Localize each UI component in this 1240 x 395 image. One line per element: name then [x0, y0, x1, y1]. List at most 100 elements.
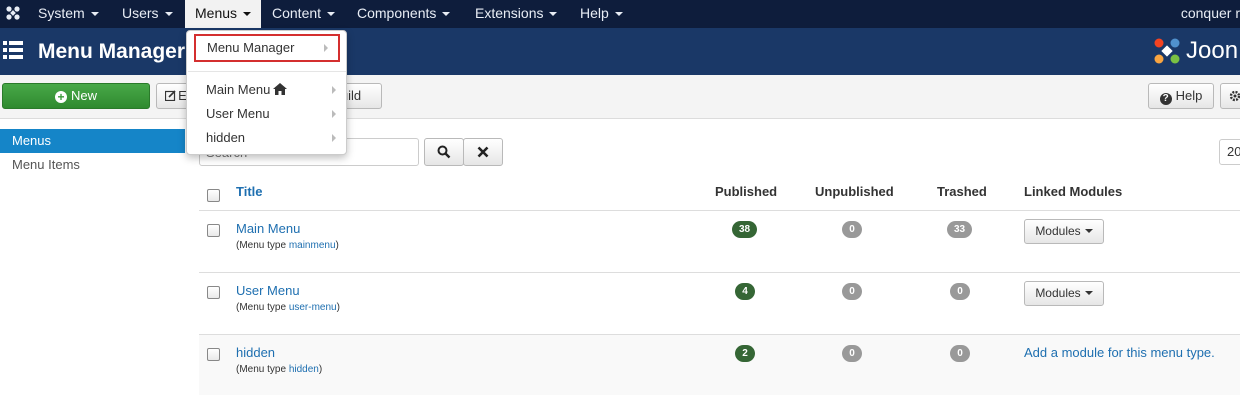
menu-title-link[interactable]: Main Menu: [236, 221, 300, 236]
menu-type-prefix: (Menu type: [236, 240, 289, 251]
menu-type-prefix: (Menu type: [236, 302, 289, 313]
caret-down-icon: [1084, 291, 1093, 295]
menu-type-link[interactable]: hidden: [289, 364, 319, 375]
list-limit-select[interactable]: 20: [1219, 139, 1240, 165]
sidebar-item-menu-items[interactable]: Menu Items: [0, 153, 185, 177]
caret-right-icon: [332, 86, 336, 94]
column-header-title[interactable]: Title: [236, 184, 263, 199]
column-header-published: Published: [715, 184, 778, 199]
caret-right-icon: [324, 44, 328, 52]
modules-button-label: Modules: [1035, 224, 1081, 238]
list-icon: [3, 41, 23, 59]
menu-type-suffix: ): [335, 240, 339, 251]
nav-menu-label: Content: [272, 5, 322, 21]
user-menu[interactable]: conquer r: [1181, 0, 1240, 26]
menu-type-suffix: ): [336, 302, 340, 313]
dropdown-item-label: Main Menu: [206, 82, 271, 97]
menu-type-link[interactable]: user-menu: [289, 302, 337, 313]
nav-menu-menus[interactable]: Menus: [185, 0, 262, 28]
row-checkbox[interactable]: [207, 224, 220, 237]
published-count-badge[interactable]: 38: [732, 221, 758, 238]
question-circle-icon: ?: [1159, 93, 1172, 105]
gear-icon: [1229, 90, 1240, 102]
column-header-linked-modules: Linked Modules: [1024, 184, 1123, 199]
new-button-label: New: [70, 88, 97, 103]
nav-menu-help[interactable]: Help: [580, 0, 623, 28]
caret-right-icon: [332, 110, 336, 118]
published-count-badge[interactable]: 2: [735, 345, 755, 362]
column-header-trashed: Trashed: [937, 184, 987, 199]
joomla-logo-icon[interactable]: [5, 5, 21, 21]
sidebar-item-label: Menus: [12, 133, 52, 148]
caret-down-icon: [90, 12, 99, 16]
table-header: Title Published Unpublished Trashed Link…: [199, 176, 1240, 211]
caret-down-icon: [1084, 229, 1093, 233]
help-button[interactable]: ? Help: [1148, 83, 1214, 109]
unpublished-count-badge[interactable]: 0: [842, 221, 862, 238]
dropdown-item-hidden[interactable]: hidden: [187, 126, 346, 150]
dropdown-item-label: hidden: [206, 130, 246, 145]
trashed-count-badge[interactable]: 0: [950, 283, 970, 300]
menu-type-text: (Menu type user-menu): [236, 302, 340, 313]
unpublished-count-badge[interactable]: 0: [842, 345, 862, 362]
nav-menu-extensions[interactable]: Extensions: [475, 0, 558, 28]
list-limit-value: 20: [1227, 144, 1240, 159]
top-navbar: System Users Menus Content Components Ex…: [0, 0, 1240, 28]
brand-text: Joon: [1186, 37, 1239, 64]
menus-dropdown: Menu Manager Main Menu User Menu hidden: [186, 30, 347, 155]
dropdown-item-label: Menu Manager: [207, 40, 295, 55]
home-icon: [273, 83, 288, 95]
nav-menu-label: Components: [357, 5, 437, 21]
menu-title-link[interactable]: User Menu: [236, 283, 300, 298]
nav-menu-content[interactable]: Content: [272, 0, 336, 28]
nav-menu-users[interactable]: Users: [122, 0, 173, 28]
dropdown-item-main-menu[interactable]: Main Menu: [187, 78, 346, 102]
modules-dropdown-button[interactable]: Modules: [1024, 281, 1104, 306]
trashed-count-badge[interactable]: 0: [950, 345, 970, 362]
search-icon: [437, 145, 451, 159]
brand-logo: Joon: [1152, 35, 1238, 67]
close-icon: [477, 146, 489, 158]
nav-menu-label: Users: [122, 5, 159, 21]
joomla-logo-icon: [1154, 38, 1180, 64]
nav-menu-label: System: [38, 5, 85, 21]
row-checkbox[interactable]: [207, 286, 220, 299]
help-button-label: Help: [1175, 88, 1203, 103]
clear-search-button[interactable]: [463, 138, 503, 166]
dropdown-divider: [188, 71, 346, 72]
menu-type-text: (Menu type hidden): [236, 364, 322, 375]
table-row: hidden (Menu type hidden) 2 0 0 Add a mo…: [199, 335, 1240, 395]
nav-menu-label: Menus: [195, 5, 238, 21]
menu-title-link[interactable]: hidden: [236, 345, 275, 360]
nav-menu-system[interactable]: System: [38, 0, 99, 28]
caret-down-icon: [243, 12, 252, 16]
dropdown-item-user-menu[interactable]: User Menu: [187, 102, 346, 126]
menu-type-link[interactable]: mainmenu: [289, 240, 336, 251]
plus-circle-icon: +: [54, 91, 67, 103]
sidebar-item-menus[interactable]: Menus: [0, 129, 185, 153]
row-checkbox[interactable]: [207, 348, 220, 361]
search-button[interactable]: [424, 138, 464, 166]
nav-menu-components[interactable]: Components: [357, 0, 451, 28]
caret-right-icon: [332, 134, 336, 142]
select-all-checkbox[interactable]: [207, 189, 220, 202]
nav-menu-label: Extensions: [475, 5, 544, 21]
sidebar-item-label: Menu Items: [12, 157, 80, 172]
menu-type-prefix: (Menu type: [236, 364, 289, 375]
table-row: Main Menu (Menu type mainmenu) 38 0 33 M…: [199, 211, 1240, 273]
caret-down-icon: [164, 12, 173, 16]
table-row: User Menu (Menu type user-menu) 4 0 0 Mo…: [199, 273, 1240, 335]
modules-button-label: Modules: [1035, 286, 1081, 300]
options-button[interactable]: [1220, 83, 1240, 109]
add-module-link[interactable]: Add a module for this menu type.: [1024, 345, 1215, 360]
modules-dropdown-button[interactable]: Modules: [1024, 219, 1104, 244]
caret-down-icon: [614, 12, 623, 16]
published-count-badge[interactable]: 4: [735, 283, 755, 300]
new-button[interactable]: + New: [2, 83, 150, 109]
menu-type-text: (Menu type mainmenu): [236, 240, 339, 251]
unpublished-count-badge[interactable]: 0: [842, 283, 862, 300]
dropdown-item-menu-manager[interactable]: Menu Manager: [194, 34, 340, 62]
trashed-count-badge[interactable]: 33: [947, 221, 973, 238]
edit-icon: [165, 90, 176, 102]
caret-down-icon: [549, 12, 558, 16]
